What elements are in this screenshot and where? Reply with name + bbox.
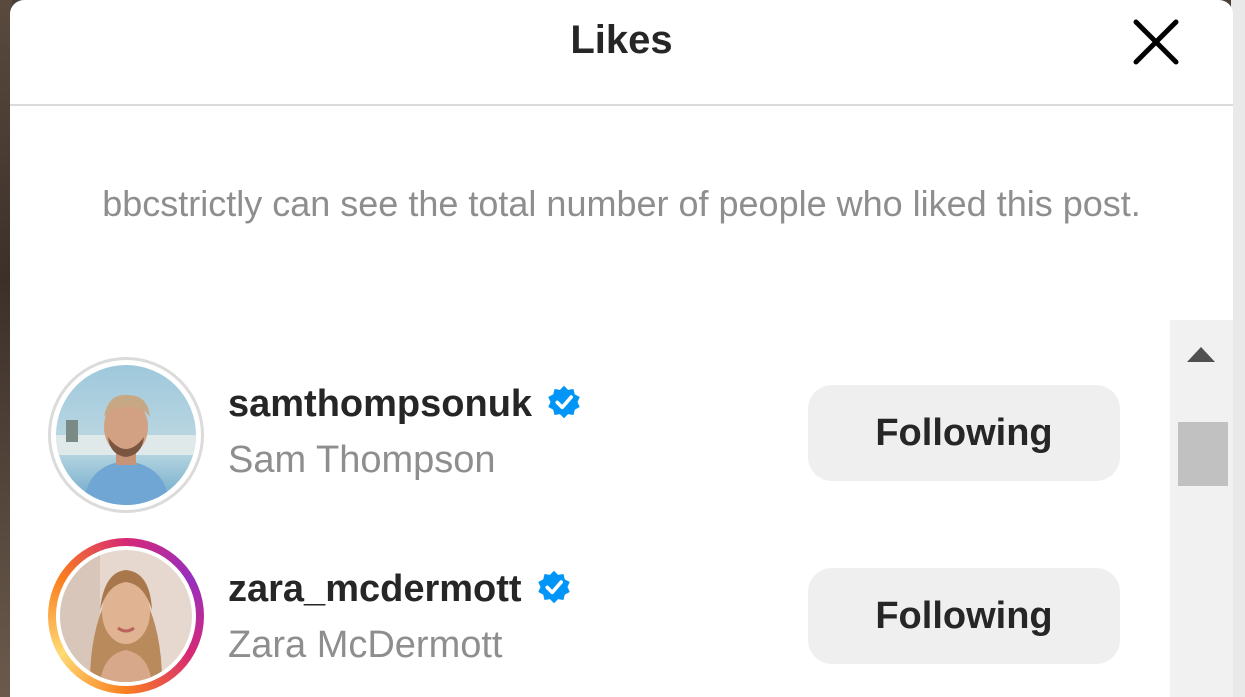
avatar-photo — [60, 550, 192, 682]
avatar[interactable] — [48, 357, 204, 513]
list-item: zara_mcdermott Zara McDermott Following — [10, 538, 1170, 697]
likes-list: samthompsonuk Sam Thompson Following zar… — [10, 340, 1170, 697]
close-button[interactable] — [1128, 18, 1184, 68]
avatar-image — [56, 365, 196, 505]
avatar-image — [56, 546, 196, 686]
avatar-photo — [56, 365, 196, 505]
likes-visibility-notice: bbcstrictly can see the total number of … — [102, 183, 1141, 224]
scrollbar[interactable] — [1170, 320, 1233, 697]
username-text: samthompsonuk — [228, 383, 533, 425]
dialog-header: Likes — [10, 0, 1233, 106]
following-button[interactable]: Following — [808, 385, 1120, 481]
username[interactable]: zara_mcdermott — [228, 568, 572, 611]
full-name: Sam Thompson — [228, 439, 496, 481]
username-text: zara_mcdermott — [228, 568, 522, 610]
following-button[interactable]: Following — [808, 568, 1120, 664]
close-icon — [1133, 19, 1179, 65]
page-backdrop-right — [1231, 0, 1245, 697]
full-name: Zara McDermott — [228, 624, 503, 666]
likes-dialog: Likes bbcstrictly can see the total numb… — [10, 0, 1233, 697]
dialog-title: Likes — [570, 18, 673, 62]
scrollbar-thumb[interactable] — [1178, 422, 1228, 486]
username[interactable]: samthompsonuk — [228, 383, 582, 426]
scroll-up-button[interactable] — [1170, 320, 1233, 390]
verified-badge-icon — [548, 385, 580, 419]
verified-badge-icon — [537, 570, 570, 604]
avatar-story-ring[interactable] — [48, 538, 204, 694]
list-item: samthompsonuk Sam Thompson Following — [10, 355, 1170, 515]
scroll-up-arrow-icon — [1187, 347, 1215, 362]
